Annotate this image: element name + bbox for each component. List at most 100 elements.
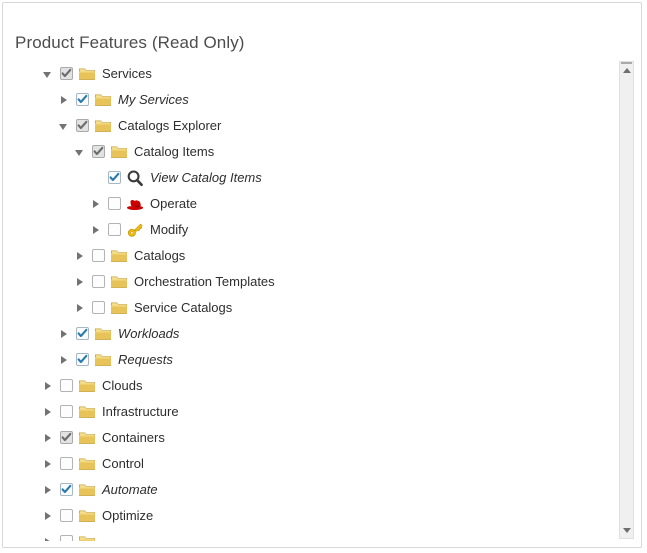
- folder-icon: [94, 117, 112, 135]
- tree-row[interactable]: Optimize: [4, 503, 622, 529]
- tree-checkbox[interactable]: [60, 405, 73, 418]
- folder-icon: [110, 299, 128, 317]
- tree-checkbox[interactable]: [76, 353, 89, 366]
- product-features-panel: Product Features (Read Only) Services My …: [2, 2, 642, 548]
- folder-icon: [78, 403, 96, 421]
- tree-row[interactable]: Automate: [4, 477, 622, 503]
- tree-row[interactable]: Catalogs: [4, 243, 622, 269]
- scroll-up-arrow-icon[interactable]: [620, 62, 633, 78]
- tree-node-label: Workloads: [118, 326, 180, 341]
- tree-row[interactable]: Operate: [4, 191, 622, 217]
- chevron-right-icon[interactable]: [90, 217, 104, 243]
- tree-node-label: Catalogs Explorer: [118, 118, 222, 133]
- tree-node-label: Infrastructure: [102, 404, 179, 419]
- page-title: Product Features (Read Only): [15, 33, 245, 52]
- tree-row[interactable]: [4, 529, 622, 541]
- tree-node-label: View Catalog Items: [150, 170, 262, 185]
- chevron-right-icon[interactable]: [42, 373, 56, 399]
- folder-icon: [78, 429, 96, 447]
- chevron-right-icon[interactable]: [58, 321, 72, 347]
- tree-checkbox[interactable]: [108, 171, 121, 184]
- key-icon: [126, 221, 144, 239]
- chevron-right-icon[interactable]: [74, 243, 88, 269]
- chevron-right-icon[interactable]: [74, 295, 88, 321]
- tree-row[interactable]: Infrastructure: [4, 399, 622, 425]
- tree-checkbox[interactable]: [108, 197, 121, 210]
- tree-node-label: Orchestration Templates: [134, 274, 275, 289]
- tree-node-label: Containers: [102, 430, 165, 445]
- tree-node-label: Modify: [150, 222, 189, 237]
- folder-icon: [78, 507, 96, 525]
- tree-checkbox[interactable]: [108, 223, 121, 236]
- tree-row[interactable]: Catalogs Explorer: [4, 113, 622, 139]
- folder-icon: [94, 325, 112, 343]
- folder-icon: [94, 351, 112, 369]
- tree-checkbox[interactable]: [92, 275, 105, 288]
- scrollbar-thumb[interactable]: [621, 62, 632, 64]
- chevron-right-icon[interactable]: [42, 451, 56, 477]
- tree-row[interactable]: Services: [4, 61, 622, 87]
- folder-icon: [78, 65, 96, 83]
- tree-checkbox[interactable]: [76, 327, 89, 340]
- tree-row[interactable]: Orchestration Templates: [4, 269, 622, 295]
- chevron-right-icon[interactable]: [42, 529, 56, 541]
- tree-checkbox[interactable]: [60, 431, 73, 444]
- tree-checkbox[interactable]: [60, 457, 73, 470]
- chevron-right-icon[interactable]: [42, 503, 56, 529]
- tree-checkbox[interactable]: [92, 249, 105, 262]
- folder-icon: [78, 481, 96, 499]
- chevron-right-icon[interactable]: [74, 269, 88, 295]
- folder-icon: [110, 143, 128, 161]
- tree-checkbox[interactable]: [60, 379, 73, 392]
- tree-checkbox[interactable]: [60, 535, 73, 541]
- folder-icon: [94, 91, 112, 109]
- tree-node-label: Catalogs: [134, 248, 186, 263]
- magnifier-icon: [126, 169, 144, 187]
- scroll-down-arrow-icon[interactable]: [620, 522, 633, 538]
- tree-node-label: Requests: [118, 352, 173, 367]
- tree-checkbox[interactable]: [60, 509, 73, 522]
- folder-icon: [110, 247, 128, 265]
- tree-row[interactable]: Clouds: [4, 373, 622, 399]
- tree-row[interactable]: My Services: [4, 87, 622, 113]
- tree-node-label: Optimize: [102, 508, 154, 523]
- tree-row[interactable]: Workloads: [4, 321, 622, 347]
- redhat-icon: [126, 195, 144, 213]
- tree-row[interactable]: Containers: [4, 425, 622, 451]
- folder-icon: [78, 455, 96, 473]
- tree-row[interactable]: View Catalog Items: [4, 165, 622, 191]
- tree-row[interactable]: Control: [4, 451, 622, 477]
- chevron-right-icon[interactable]: [58, 347, 72, 373]
- tree-row[interactable]: Catalog Items: [4, 139, 622, 165]
- tree-checkbox[interactable]: [76, 93, 89, 106]
- chevron-right-icon[interactable]: [42, 477, 56, 503]
- tree-row[interactable]: Modify: [4, 217, 622, 243]
- tree-node-label: My Services: [118, 92, 189, 107]
- chevron-right-icon[interactable]: [42, 399, 56, 425]
- tree-checkbox[interactable]: [60, 67, 73, 80]
- tree-row[interactable]: Service Catalogs: [4, 295, 622, 321]
- tree-checkbox[interactable]: [76, 119, 89, 132]
- chevron-right-icon[interactable]: [42, 425, 56, 451]
- folder-icon: [110, 273, 128, 291]
- tree-node-label: Automate: [102, 482, 158, 497]
- chevron-right-icon[interactable]: [90, 191, 104, 217]
- tree-node-label: Control: [102, 456, 144, 471]
- vertical-scrollbar[interactable]: [619, 61, 634, 539]
- chevron-down-icon[interactable]: [74, 139, 88, 165]
- tree-node-label: Clouds: [102, 378, 143, 393]
- tree-row[interactable]: Requests: [4, 347, 622, 373]
- tree-node-label: Services: [102, 66, 152, 81]
- tree-node-label: Service Catalogs: [134, 300, 233, 315]
- feature-tree-viewport: Services My Services Catalogs Explorer Cata…: [4, 61, 622, 541]
- tree-checkbox[interactable]: [92, 301, 105, 314]
- tree-checkbox[interactable]: [92, 145, 105, 158]
- chevron-right-icon[interactable]: [58, 87, 72, 113]
- chevron-down-icon[interactable]: [42, 61, 56, 87]
- chevron-down-icon[interactable]: [58, 113, 72, 139]
- tree-node-label: Catalog Items: [134, 144, 215, 159]
- feature-tree: Services My Services Catalogs Explorer Cata…: [4, 61, 622, 541]
- tree-checkbox[interactable]: [60, 483, 73, 496]
- tree-node-label: Operate: [150, 196, 197, 211]
- folder-icon: [78, 533, 96, 541]
